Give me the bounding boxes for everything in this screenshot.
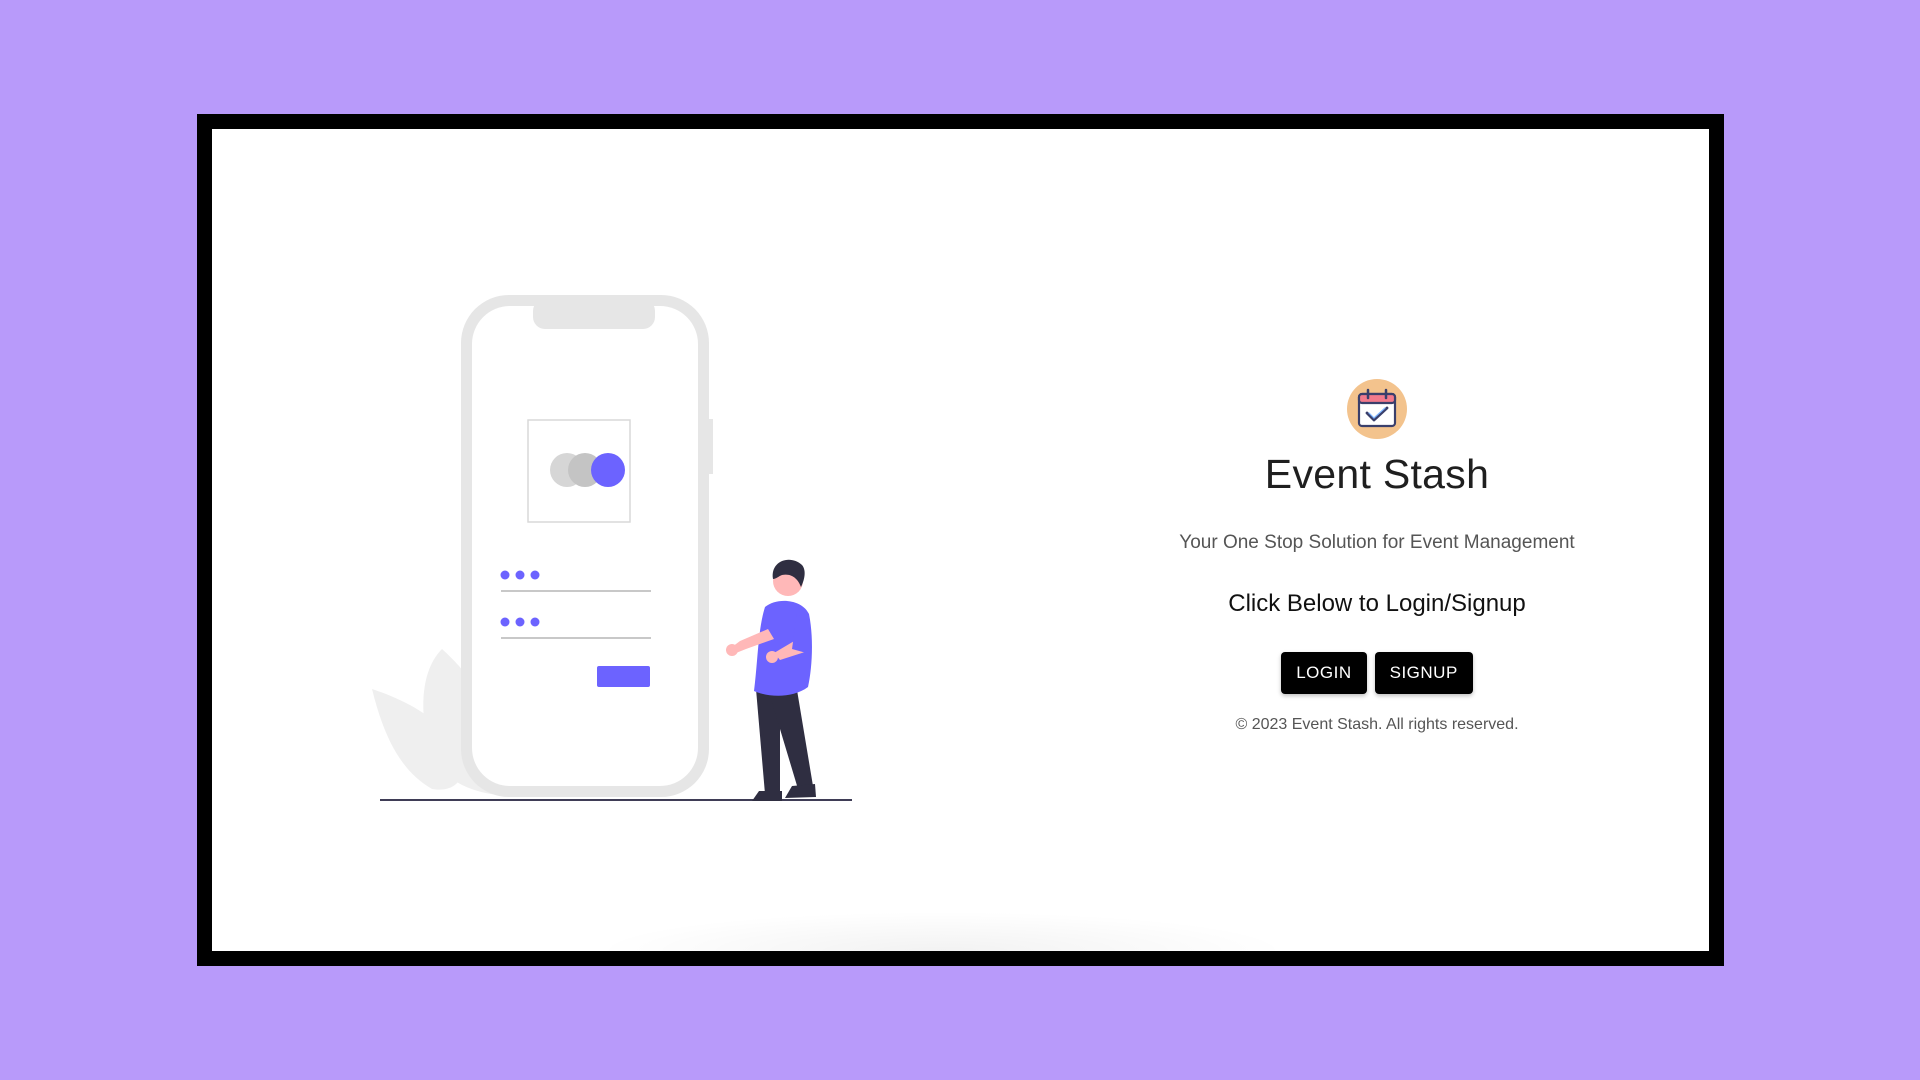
app-window-frame: Event Stash Your One Stop Solution for E…	[197, 114, 1724, 966]
person-icon	[726, 559, 816, 801]
login-button[interactable]: LOGIN	[1281, 652, 1367, 694]
auth-buttons: LOGIN SIGNUP	[1127, 652, 1627, 694]
landing-page: Event Stash Your One Stop Solution for E…	[212, 129, 1709, 951]
app-title: Event Stash	[1264, 451, 1490, 497]
calendar-check-icon	[1347, 379, 1407, 439]
app-tagline: Your One Stop Solution for Event Managem…	[1179, 532, 1575, 553]
signup-button[interactable]: SIGNUP	[1374, 652, 1473, 694]
phone-icon	[461, 295, 713, 797]
welcome-panel: Event Stash Your One Stop Solution for E…	[1127, 379, 1627, 734]
copyright-text: © 2023 Event Stash. All rights reserved.	[1235, 716, 1519, 733]
login-prompt: Click Below to Login/Signup	[1228, 590, 1526, 617]
login-illustration	[322, 289, 870, 834]
bottom-shadow	[592, 911, 1292, 951]
